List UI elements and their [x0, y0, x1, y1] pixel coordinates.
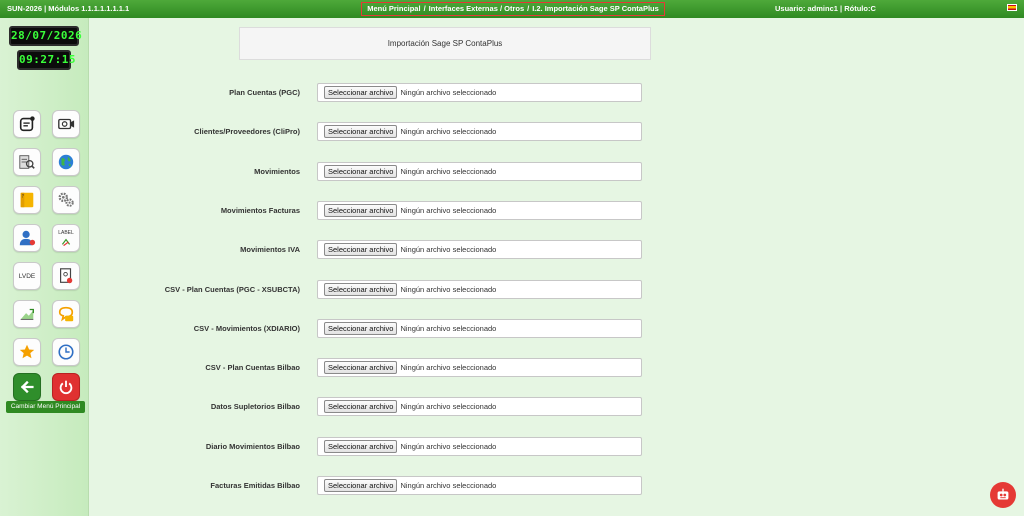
file-input[interactable]: Seleccionar archivo Ningún archivo selecc… — [317, 358, 642, 378]
document-icon — [60, 268, 73, 284]
power-icon — [59, 380, 73, 395]
help-folder-icon: ? — [20, 192, 34, 208]
time-display: 09:27:15 — [17, 50, 75, 70]
back-button[interactable] — [13, 373, 41, 401]
file-status: Ningún archivo seleccionado — [400, 363, 497, 373]
favorites-button[interactable] — [13, 338, 41, 366]
page-title: Importación Sage SP ContaPlus — [239, 27, 651, 60]
top-bar: SUN-2026 | Módulos 1.1.1.1.1.1.1.1 Menú … — [0, 0, 1024, 18]
chat-button[interactable] — [52, 300, 80, 328]
breadcrumb-menu-principal[interactable]: Menú Principal — [367, 4, 420, 13]
field-label: Movimientos Facturas — [220, 205, 300, 215]
select-file-button[interactable]: Seleccionar archivo — [324, 164, 398, 178]
robot-icon — [997, 488, 1009, 500]
file-input[interactable]: Seleccionar archivo Ningún archivo selecc… — [317, 436, 642, 456]
globe-button[interactable] — [52, 148, 80, 176]
file-input[interactable]: Seleccionar archivo Ningún archivo selecc… — [317, 397, 642, 417]
file-input[interactable]: Seleccionar archivo Ningún archivo selecc… — [317, 279, 642, 299]
select-file-button[interactable]: Seleccionar archivo — [324, 86, 398, 99]
chart-icon — [20, 308, 34, 320]
breadcrumb-current: I.2. Importación Sage SP ContaPlus — [532, 4, 659, 13]
file-input[interactable]: Seleccionar archivo Ningún archivo selecc… — [317, 200, 642, 220]
book-search-icon — [19, 155, 35, 169]
user-button[interactable] — [13, 224, 41, 252]
file-status: Ningún archivo seleccionado — [400, 481, 497, 490]
clock-icon — [58, 344, 74, 360]
spain-flag-icon[interactable] — [1007, 4, 1017, 11]
breadcrumb-separator: / — [423, 4, 426, 13]
select-file-button[interactable]: Seleccionar archivo — [324, 400, 398, 414]
select-file-button[interactable]: Seleccionar archivo — [324, 282, 398, 296]
field-label: Clientes/Proveedores (CliPro) — [194, 127, 300, 137]
history-button[interactable] — [52, 338, 80, 366]
chat-bot-button[interactable] — [990, 482, 1016, 508]
date-display: 28/07/2026 — [9, 26, 82, 46]
field-label: Datos Supletorios Bilbao — [210, 402, 300, 412]
sidebar: 28/07/2026 09:27:15 ? LABEL LVDE Cambiar… — [0, 18, 89, 516]
arrows-icon — [61, 238, 71, 247]
notes-icon — [19, 116, 35, 132]
breadcrumb: Menú Principal / Interfaces Externas / Otr… — [361, 2, 665, 16]
label-button[interactable]: LABEL — [52, 224, 80, 252]
star-icon — [19, 344, 35, 359]
file-status: Ningún archivo seleccionado — [400, 127, 497, 137]
select-file-button[interactable]: Seleccionar archivo — [324, 439, 398, 453]
help-folder-button[interactable]: ? — [13, 186, 41, 214]
label-text: LABEL — [58, 230, 74, 236]
breadcrumb-separator: / — [527, 4, 530, 13]
document-button[interactable] — [52, 262, 80, 290]
file-input[interactable]: Seleccionar archivo Ningún archivo selecc… — [317, 318, 642, 338]
file-status: Ningún archivo seleccionado — [400, 323, 497, 333]
reading-button[interactable] — [13, 148, 41, 176]
field-label: Movimientos — [254, 166, 300, 176]
notes-button[interactable] — [13, 110, 41, 138]
select-file-button[interactable]: Seleccionar archivo — [324, 479, 398, 492]
gears-icon — [58, 192, 74, 207]
chat-bubble-icon — [58, 306, 74, 322]
field-label: Plan Cuentas (PGC) — [229, 88, 300, 97]
select-file-button[interactable]: Seleccionar archivo — [324, 203, 398, 217]
file-input[interactable]: Seleccionar archivo Ningún archivo selecc… — [317, 122, 642, 142]
field-label: CSV - Plan Cuentas (PGC - XSUBCTA) — [164, 284, 300, 294]
power-button[interactable] — [52, 373, 80, 401]
user-info: Usuario: adminc1 | Rótulo:C — [775, 4, 876, 13]
file-input[interactable]: Seleccionar archivo Ningún archivo selecc… — [317, 83, 642, 102]
lvde-button[interactable]: LVDE — [13, 262, 41, 290]
file-input[interactable]: Seleccionar archivo Ningún archivo selecc… — [317, 240, 642, 260]
file-input[interactable]: Seleccionar archivo Ningún archivo selecc… — [317, 476, 642, 495]
file-status: Ningún archivo seleccionado — [400, 205, 497, 215]
arrow-left-icon — [20, 380, 34, 394]
select-file-button[interactable]: Seleccionar archivo — [324, 125, 398, 139]
system-version: SUN-2026 | Módulos 1.1.1.1.1.1.1.1 — [7, 4, 130, 13]
file-status: Ningún archivo seleccionado — [400, 166, 497, 176]
file-status: Ningún archivo seleccionado — [400, 245, 497, 255]
field-label: Facturas Emitidas Bilbao — [210, 481, 300, 490]
user-icon — [19, 230, 36, 246]
field-label: Diario Movimientos Bilbao — [205, 441, 300, 451]
select-file-button[interactable]: Seleccionar archivo — [324, 243, 398, 257]
file-status: Ningún archivo seleccionado — [400, 402, 497, 412]
cambiar-menu-button[interactable]: Cambiar Menú Principal — [6, 401, 85, 413]
file-status: Ningún archivo seleccionado — [400, 441, 497, 451]
settings-button[interactable] — [52, 186, 80, 214]
field-label: CSV - Movimientos (XDIARIO) — [193, 323, 300, 333]
camera-icon — [58, 118, 75, 130]
file-input[interactable]: Seleccionar archivo Ningún archivo selecc… — [317, 161, 642, 181]
file-status: Ningún archivo seleccionado — [400, 284, 497, 294]
select-file-button[interactable]: Seleccionar archivo — [324, 361, 398, 375]
chart-button[interactable] — [13, 300, 41, 328]
field-label: CSV - Plan Cuentas Bilbao — [205, 363, 300, 373]
video-button[interactable] — [52, 110, 80, 138]
lvde-label: LVDE — [18, 272, 36, 280]
breadcrumb-interfaces-externas[interactable]: Interfaces Externas / Otros — [429, 4, 524, 13]
select-file-button[interactable]: Seleccionar archivo — [324, 321, 398, 335]
field-label: Movimientos IVA — [240, 245, 300, 255]
file-status: Ningún archivo seleccionado — [400, 88, 497, 97]
globe-icon — [58, 154, 74, 170]
